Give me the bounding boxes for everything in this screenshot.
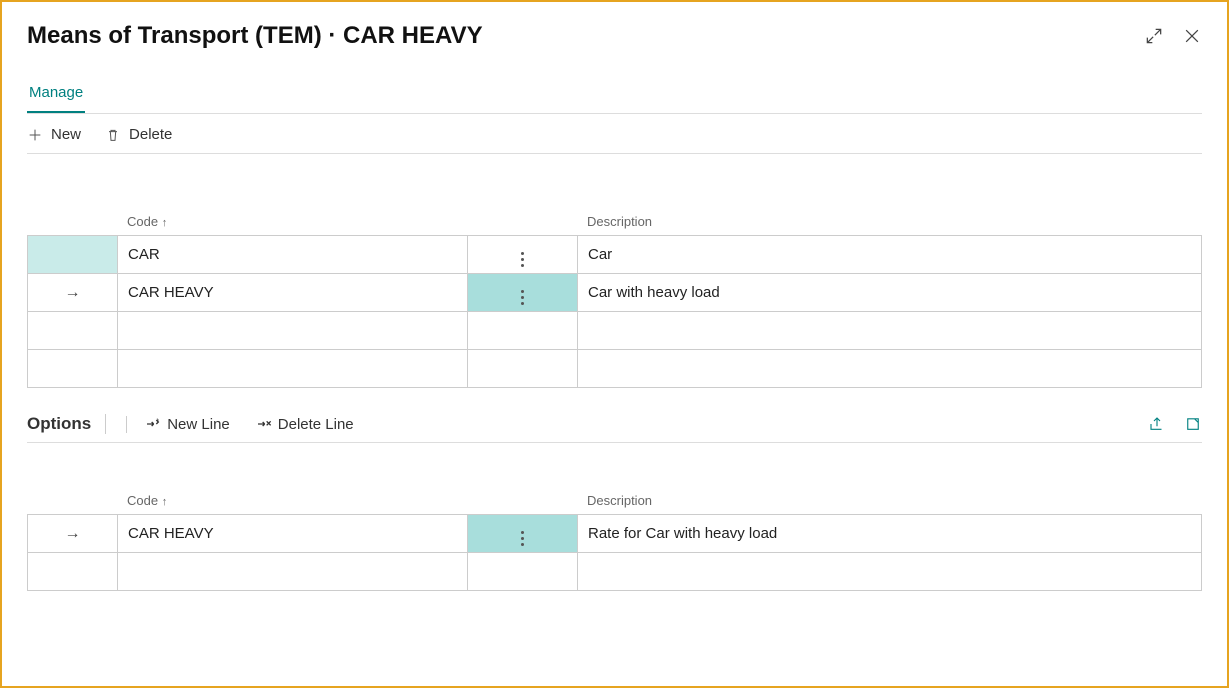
sort-asc-icon: ↑ [162, 496, 168, 508]
delete-line-button[interactable]: Delete Line [250, 416, 354, 433]
new-line-label: New Line [167, 416, 230, 433]
delete-button-label: Delete [129, 126, 172, 143]
tab-manage[interactable]: Manage [27, 78, 85, 113]
row-actions-cell[interactable] [468, 274, 578, 312]
delete-button[interactable]: Delete [105, 126, 172, 143]
description-cell[interactable] [578, 350, 1202, 388]
tab-strip: Manage [27, 78, 1202, 114]
more-vertical-icon[interactable] [521, 531, 524, 546]
grid-2: Code ↑ Description → CAR HEAVY Rate for Ca… [27, 493, 1202, 591]
current-row-arrow-icon: → [65, 284, 81, 301]
sub-toolbar-left: Options New Line Delete Line [27, 414, 354, 434]
new-line-icon [145, 416, 161, 432]
code-cell[interactable]: CAR HEAVY [118, 274, 468, 312]
grid-2-header-description[interactable]: Description [587, 493, 1202, 508]
header: Means of Transport (TEM) · CAR HEAVY [27, 22, 1202, 50]
plus-icon [27, 127, 43, 143]
current-row-arrow-icon: → [65, 525, 81, 542]
grid-1-header-description[interactable]: Description [587, 214, 1202, 229]
row-selector-cell[interactable] [28, 553, 118, 591]
grid-1: Code ↑ Description CAR Car → CAR HEAVY Car w… [27, 214, 1202, 388]
description-cell[interactable] [578, 312, 1202, 350]
row-selector-cell[interactable]: → [28, 274, 118, 312]
code-cell[interactable] [118, 553, 468, 591]
table-row[interactable] [28, 350, 1202, 388]
row-selector-cell[interactable]: → [28, 515, 118, 553]
table-row[interactable]: → CAR HEAVY Rate for Car with heavy load [28, 515, 1202, 553]
more-vertical-icon[interactable] [521, 290, 524, 305]
share-icon[interactable] [1148, 415, 1166, 433]
page-title: Means of Transport (TEM) · CAR HEAVY [27, 22, 483, 50]
more-vertical-icon[interactable] [521, 252, 524, 267]
popout-icon[interactable] [1184, 415, 1202, 433]
options-label[interactable]: Options [27, 414, 106, 434]
sub-toolbar-right [1148, 415, 1202, 433]
delete-line-icon [256, 416, 272, 432]
page-frame: Means of Transport (TEM) · CAR HEAVY Man… [0, 0, 1229, 688]
table-row[interactable]: → CAR HEAVY Car with heavy load [28, 274, 1202, 312]
table-row[interactable] [28, 553, 1202, 591]
description-cell[interactable]: Rate for Car with heavy load [578, 515, 1202, 553]
grid-2-header-code[interactable]: Code ↑ [127, 493, 477, 508]
code-cell[interactable]: CAR HEAVY [118, 515, 468, 553]
row-selector-cell[interactable] [28, 236, 118, 274]
trash-icon [105, 127, 121, 143]
grid-2-headers: Code ↑ Description [27, 493, 1202, 508]
table-row[interactable]: CAR Car [28, 236, 1202, 274]
delete-line-label: Delete Line [278, 416, 354, 433]
description-cell[interactable]: Car with heavy load [578, 274, 1202, 312]
sort-asc-icon: ↑ [162, 217, 168, 229]
code-cell[interactable] [118, 312, 468, 350]
new-button-label: New [51, 126, 81, 143]
close-icon[interactable] [1182, 26, 1202, 46]
sub-toolbar: Options New Line Delete Line [27, 406, 1202, 443]
row-selector-cell[interactable] [28, 312, 118, 350]
grid-1-header-code[interactable]: Code ↑ [127, 214, 477, 229]
grid-1-table: CAR Car → CAR HEAVY Car with heavy load [27, 235, 1202, 388]
new-button[interactable]: New [27, 126, 81, 143]
row-actions-cell[interactable] [468, 236, 578, 274]
toolbar-left: New Delete [27, 126, 172, 143]
window-controls [1144, 26, 1202, 46]
code-cell[interactable] [118, 350, 468, 388]
description-cell[interactable] [578, 553, 1202, 591]
row-actions-cell[interactable] [468, 553, 578, 591]
row-actions-cell[interactable] [468, 350, 578, 388]
table-row[interactable] [28, 312, 1202, 350]
row-selector-cell[interactable] [28, 350, 118, 388]
row-actions-cell[interactable] [468, 515, 578, 553]
description-cell[interactable]: Car [578, 236, 1202, 274]
toolbar: New Delete [27, 116, 1202, 154]
expand-icon[interactable] [1144, 26, 1164, 46]
code-cell[interactable]: CAR [118, 236, 468, 274]
grid-1-headers: Code ↑ Description [27, 214, 1202, 229]
grid-2-table: → CAR HEAVY Rate for Car with heavy load [27, 514, 1202, 591]
row-actions-cell[interactable] [468, 312, 578, 350]
new-line-button[interactable]: New Line [126, 416, 230, 433]
